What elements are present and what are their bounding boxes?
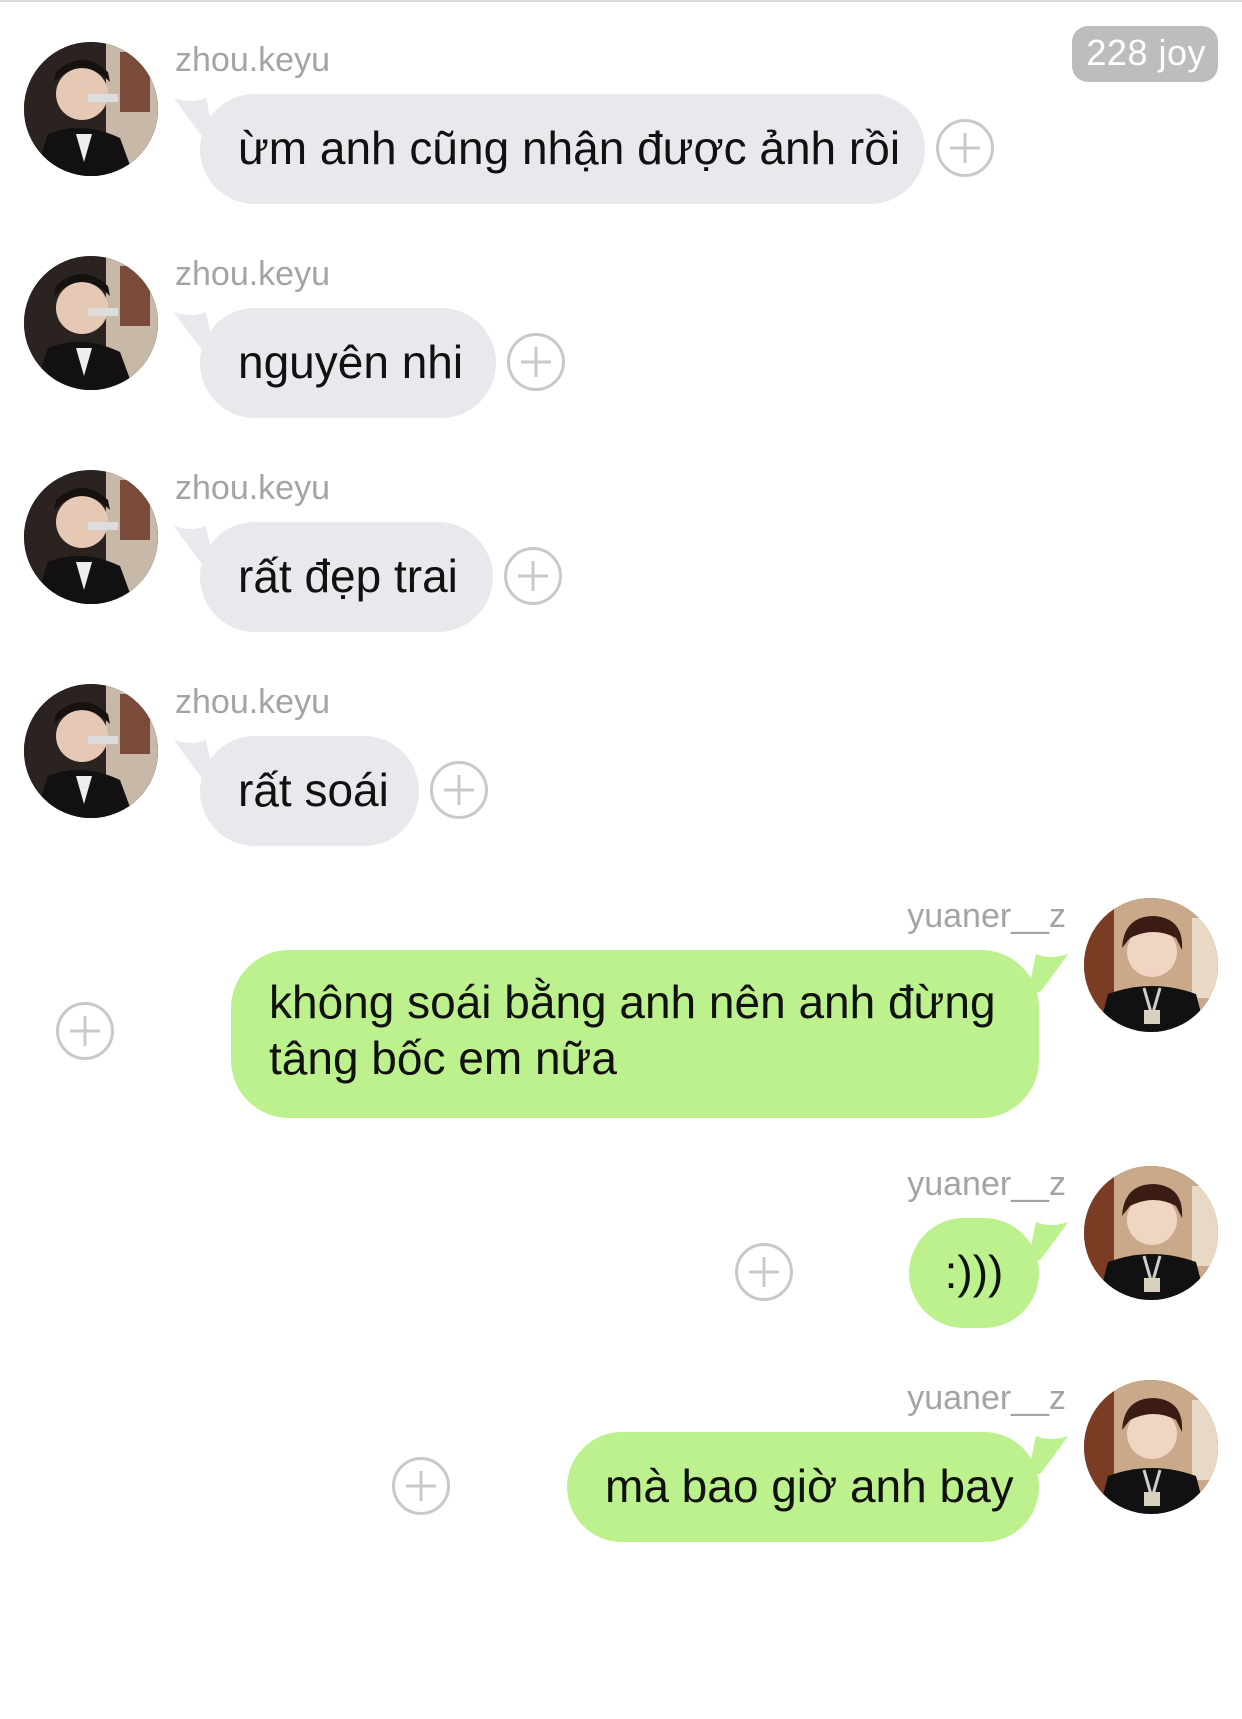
sender-avatar[interactable] — [1084, 1380, 1218, 1514]
message-line: tâng bốc em nữa — [269, 1032, 617, 1084]
message-line: không soái bằng anh nên anh đừng — [269, 976, 996, 1028]
sender-avatar[interactable] — [1084, 898, 1218, 1032]
plus-circle-icon[interactable] — [56, 1002, 114, 1060]
avatar-photo-icon — [24, 470, 158, 604]
plus-circle-icon[interactable] — [507, 333, 565, 391]
sender-avatar[interactable] — [24, 42, 158, 176]
plus-circle-icon[interactable] — [735, 1243, 793, 1301]
message-bubble[interactable]: :))) — [909, 1218, 1039, 1328]
message-bubble[interactable]: ừm anh cũng nhận được ảnh rồi — [200, 94, 925, 204]
sender-avatar[interactable] — [24, 684, 158, 818]
message-row: zhou.keyu rất đẹp trai — [0, 466, 1242, 641]
message-row: yuaner__z :))) — [0, 1162, 1242, 1337]
message-row: zhou.keyu ừm anh cũng nhận được ảnh rồi — [0, 38, 1242, 213]
sender-avatar[interactable] — [1084, 1166, 1218, 1300]
sender-username: yuaner__z — [907, 1379, 1066, 1417]
message-bubble[interactable]: rất đẹp trai — [200, 522, 493, 632]
avatar-photo-icon — [1084, 898, 1218, 1032]
sender-username: zhou.keyu — [175, 41, 330, 79]
message-row: yuaner__z mà bao giờ anh bay — [0, 1376, 1242, 1551]
message-bubble[interactable]: mà bao giờ anh bay — [567, 1432, 1039, 1542]
avatar-photo-icon — [1084, 1380, 1218, 1514]
sender-username: zhou.keyu — [175, 469, 330, 507]
avatar-photo-icon — [24, 684, 158, 818]
message-row: zhou.keyu nguyên nhi — [0, 252, 1242, 427]
top-divider — [0, 0, 1242, 2]
plus-circle-icon[interactable] — [392, 1457, 450, 1515]
avatar-photo-icon — [24, 256, 158, 390]
sender-username: yuaner__z — [907, 1165, 1066, 1203]
message-bubble[interactable]: nguyên nhi — [200, 308, 496, 418]
sender-username: yuaner__z — [907, 897, 1066, 935]
sender-username: zhou.keyu — [175, 683, 330, 721]
avatar-photo-icon — [1084, 1166, 1218, 1300]
avatar-photo-icon — [24, 42, 158, 176]
message-bubble[interactable]: không soái bằng anh nên anh đừng tâng bố… — [231, 950, 1039, 1118]
message-row: yuaner__z không soái bằng anh nên anh đừ… — [0, 894, 1242, 1124]
message-bubble[interactable]: rất soái — [200, 736, 419, 846]
sender-avatar[interactable] — [24, 470, 158, 604]
sender-avatar[interactable] — [24, 256, 158, 390]
message-row: zhou.keyu rất soái — [0, 680, 1242, 855]
plus-circle-icon[interactable] — [430, 761, 488, 819]
plus-circle-icon[interactable] — [936, 119, 994, 177]
plus-circle-icon[interactable] — [504, 547, 562, 605]
sender-username: zhou.keyu — [175, 255, 330, 293]
